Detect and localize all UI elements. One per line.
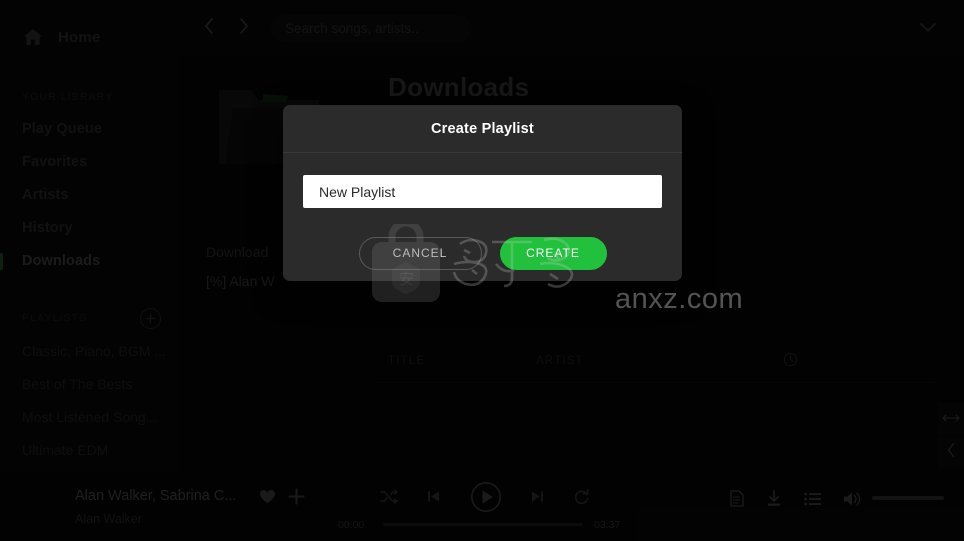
dialog-actions: CANCEL CREATE <box>283 233 682 273</box>
create-button[interactable]: CREATE <box>499 236 607 270</box>
app-root: Home YOUR LIBRARY Play Queue Favorites A… <box>0 0 964 541</box>
cancel-button[interactable]: CANCEL <box>358 236 482 270</box>
watermark-text: anxz.com <box>615 283 744 315</box>
dialog-header: Create Playlist <box>283 105 682 153</box>
dialog-title: Create Playlist <box>431 120 534 137</box>
create-playlist-dialog: Create Playlist CANCEL CREATE <box>283 105 682 281</box>
playlist-name-input[interactable] <box>303 175 662 208</box>
